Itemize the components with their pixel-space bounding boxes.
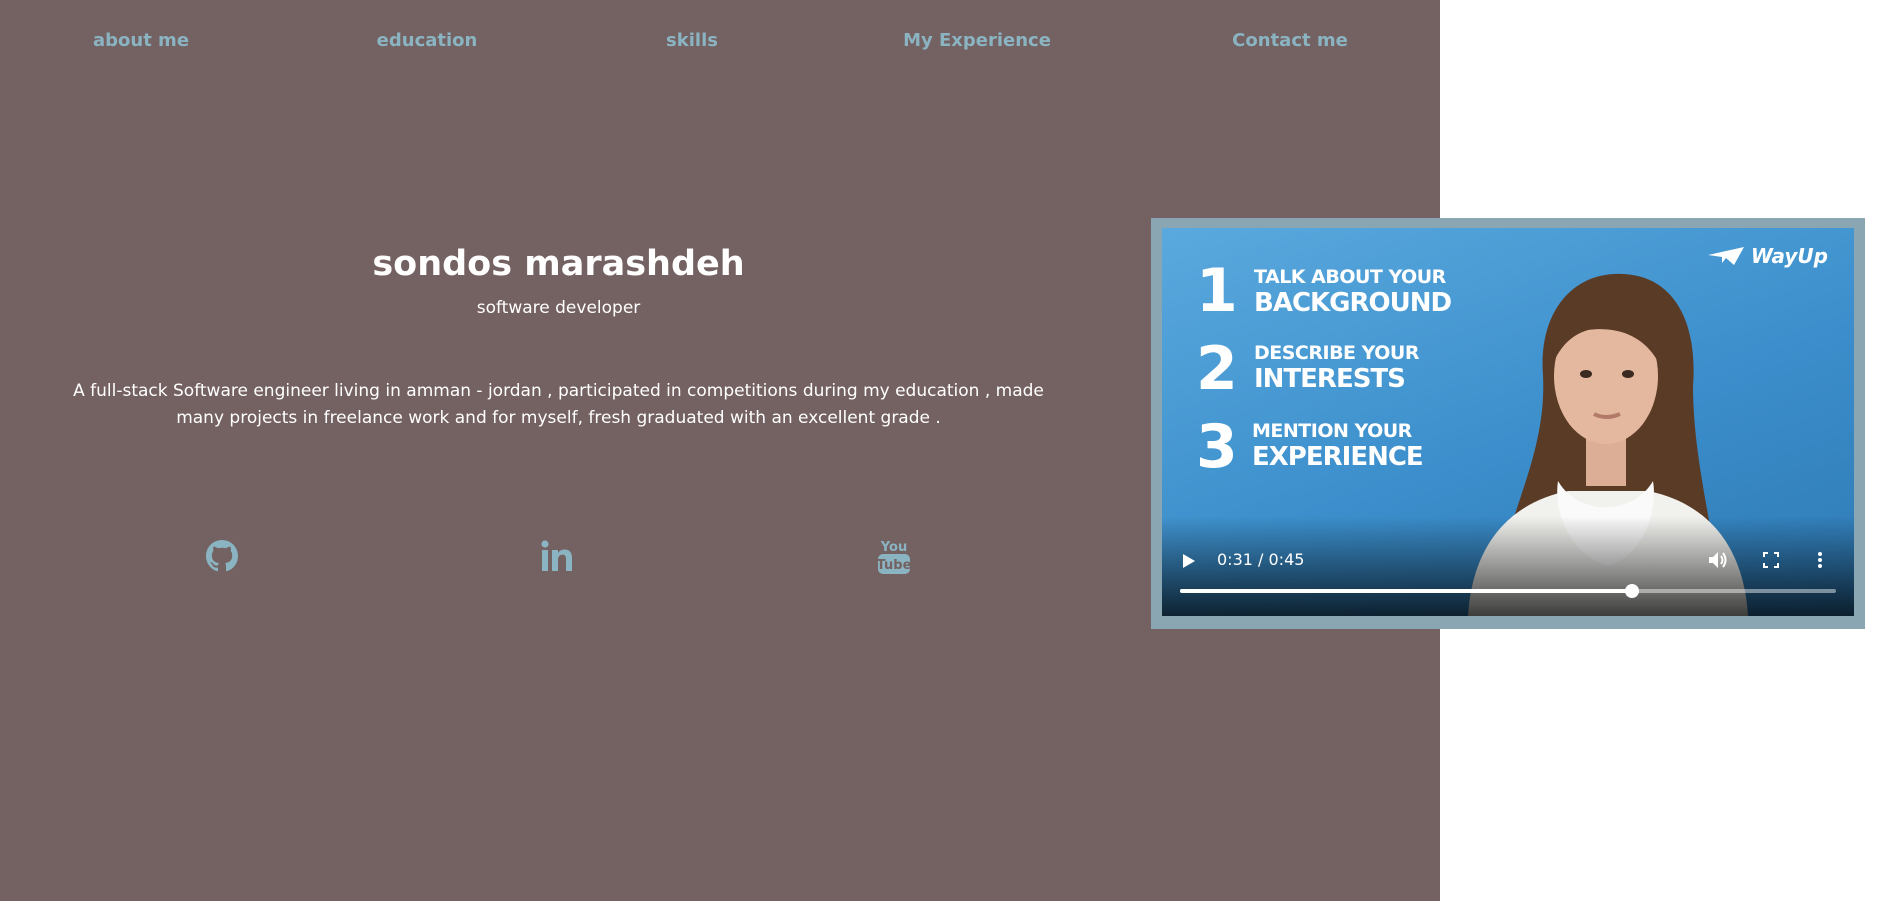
nav-link-about-me[interactable]: about me: [93, 30, 189, 51]
intro-video[interactable]: 1 TALK ABOUT YOUR BACKGROUND 2 DESCRIBE …: [1162, 228, 1854, 616]
linkedin-link[interactable]: [540, 538, 576, 578]
video-progress-fill: [1180, 589, 1632, 593]
video-progress-track[interactable]: [1180, 584, 1836, 598]
hero-role: software developer: [476, 298, 641, 318]
more-options-icon[interactable]: [1817, 551, 1823, 573]
video-step-line2: BACKGROUND: [1254, 288, 1452, 318]
video-step-number: 2: [1196, 334, 1238, 404]
hero-bio: A full-stack Software engineer living in…: [73, 381, 1044, 428]
youtube-link[interactable]: You Tube: [876, 538, 912, 578]
video-step-number: 1: [1196, 256, 1238, 326]
hero-name: sondos marashdeh: [372, 244, 745, 284]
video-progress-thumb[interactable]: [1624, 584, 1639, 598]
nav-link-contact-me[interactable]: Contact me: [1232, 30, 1348, 51]
youtube-icon: You Tube: [877, 537, 912, 579]
nav-link-skills[interactable]: skills: [666, 30, 718, 51]
video-time-display: 0:31 / 0:45: [1217, 550, 1305, 569]
github-link[interactable]: [204, 538, 240, 578]
volume-icon[interactable]: [1708, 551, 1728, 573]
github-icon: [206, 540, 238, 576]
linkedin-icon: [541, 540, 575, 576]
video-brand-text: WayUp: [1750, 244, 1828, 268]
paper-plane-icon: [1707, 247, 1744, 265]
play-icon[interactable]: [1182, 553, 1196, 573]
video-step-text: MENTION YOUR EXPERIENCE: [1252, 420, 1424, 472]
nav-link-education[interactable]: education: [377, 30, 478, 51]
video-step-line1: MENTION YOUR: [1252, 420, 1412, 442]
fullscreen-icon[interactable]: [1763, 552, 1779, 572]
intro-video-frame: 1 TALK ABOUT YOUR BACKGROUND 2 DESCRIBE …: [1151, 218, 1865, 629]
video-step-line2: EXPERIENCE: [1252, 442, 1424, 472]
video-step-text: TALK ABOUT YOUR BACKGROUND: [1254, 266, 1452, 318]
video-step-line2: INTERESTS: [1254, 364, 1406, 394]
svg-text:You: You: [880, 540, 907, 555]
svg-text:Tube: Tube: [877, 558, 911, 573]
top-nav: about me education skills My Experience …: [0, 0, 1440, 84]
video-step-text: DESCRIBE YOUR INTERESTS: [1254, 342, 1419, 394]
nav-link-my-experience[interactable]: My Experience: [903, 30, 1051, 51]
video-step-line1: TALK ABOUT YOUR: [1254, 266, 1446, 288]
video-step-number: 3: [1196, 412, 1238, 482]
video-brand-logo: WayUp: [1707, 244, 1828, 268]
video-step-line1: DESCRIBE YOUR: [1254, 342, 1419, 364]
